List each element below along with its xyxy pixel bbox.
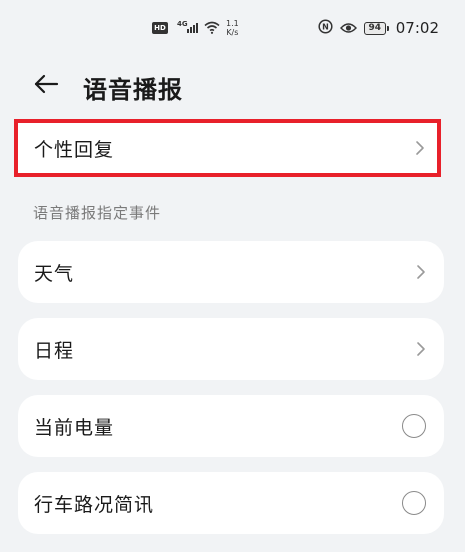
radio-button[interactable] — [402, 491, 426, 515]
hd-icon: HD — [152, 22, 168, 34]
page-title: 语音播报 — [83, 76, 183, 104]
arrow-left-icon — [33, 74, 59, 98]
network-type-label: 4G — [177, 20, 188, 28]
chevron-right-icon — [416, 341, 426, 357]
clock: 07:02 — [395, 19, 439, 37]
list-item-battery-level[interactable]: 当前电量 — [18, 395, 444, 457]
app-header: 语音播报 — [0, 58, 465, 114]
list-item-label: 行车路况简讯 — [34, 493, 155, 516]
eye-icon — [339, 19, 357, 38]
svg-text:N: N — [322, 22, 329, 31]
radio-button[interactable] — [402, 414, 426, 438]
chevron-right-icon — [415, 140, 425, 156]
list-item-traffic-brief[interactable]: 行车路况简讯 — [18, 472, 444, 534]
network-speed: 1.1 K/s — [226, 19, 239, 37]
nfc-icon: N — [318, 18, 333, 38]
status-bar: HD 4G 1.1 K/s N 94 07:02 — [0, 0, 465, 58]
list-item-label: 当前电量 — [34, 416, 115, 439]
wifi-icon — [204, 19, 220, 38]
speed-value: 1.1 — [226, 19, 239, 28]
personal-reply-label: 个性回复 — [34, 138, 115, 161]
signal-icon: 4G — [177, 20, 198, 33]
list-item-schedule[interactable]: 日程 — [18, 318, 444, 380]
list-item-weather[interactable]: 天气 — [18, 241, 444, 303]
list-item-label: 天气 — [34, 262, 75, 285]
speed-unit: K/s — [226, 28, 239, 37]
section-header: 语音播报指定事件 — [33, 204, 162, 222]
chevron-right-icon — [416, 264, 426, 280]
back-button[interactable] — [28, 68, 64, 104]
personal-reply-item[interactable]: 个性回复 — [14, 119, 441, 177]
status-left-group: HD 4G 1.1 K/s — [152, 16, 239, 40]
status-right-group: N 94 07:02 — [318, 16, 439, 40]
battery-icon: 94 — [363, 21, 389, 35]
list-item-label: 日程 — [34, 339, 75, 362]
